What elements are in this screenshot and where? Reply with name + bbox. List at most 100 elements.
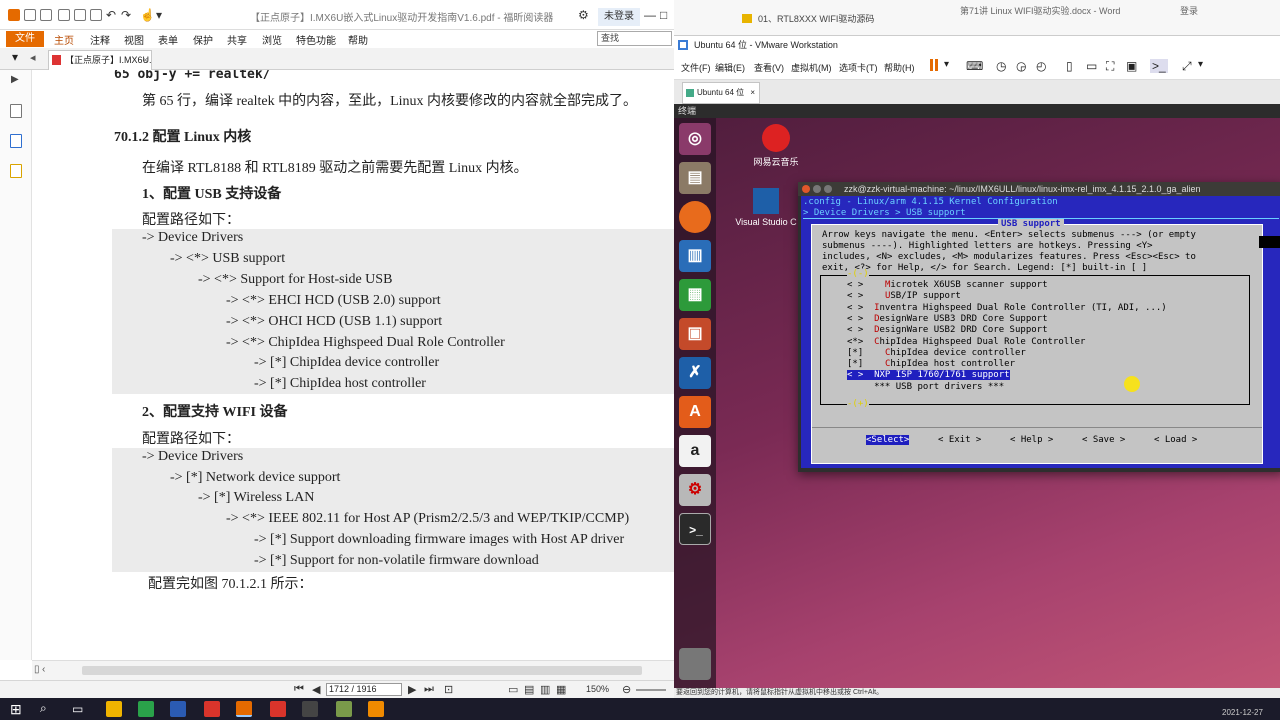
file-explorer-icon[interactable] [106,701,122,717]
menu-comment[interactable]: 注释 [90,32,110,47]
send-ctrl-alt-del-icon[interactable]: ⌨ [966,59,983,73]
dash-icon[interactable]: ◎ [679,123,711,155]
search-input[interactable]: 查找 [597,31,672,46]
continuous-icon[interactable]: ▤ [524,683,534,696]
first-page-icon[interactable]: ⏮ [294,683,304,696]
trash-icon[interactable] [679,648,711,680]
help-button[interactable]: < Help > [1010,435,1053,445]
system-settings-icon[interactable]: ⚙ [679,474,711,506]
load-button[interactable]: < Load > [1154,435,1197,445]
filezilla-icon[interactable] [270,701,286,717]
sidebar-toggle-icon[interactable]: ▯ [34,664,40,675]
new-tab-icon[interactable]: ◂ [30,51,36,64]
save-button[interactable]: < Save > [1082,435,1125,445]
writer-icon[interactable]: ▥ [679,240,711,272]
menu-edit[interactable]: 编辑(E) [715,61,745,74]
menu-option[interactable]: < > NXP ISP 1760/1761 support [847,370,1010,381]
terminal-window[interactable]: zzk@zzk-virtual-machine: ~/linux/IMX6ULL… [798,182,1280,472]
stretch-icon[interactable]: ⤢ [1182,59,1192,74]
taskbar-app-icon[interactable] [138,701,154,717]
menu-option[interactable]: <*> ChipIdea Highspeed Dual Role Control… [847,337,1085,347]
scroll-thumb[interactable] [82,666,642,675]
folder-path[interactable]: 01、RTL8XXX WIFI驱动源码 [758,12,874,25]
single-page-icon[interactable]: ▭ [508,683,518,696]
hand-tool-icon[interactable]: ☝ [140,8,155,22]
print-icon[interactable] [58,9,70,21]
page-icon[interactable] [74,9,86,21]
facing-continuous-icon[interactable]: ▦ [556,683,566,696]
snapshot-manager-icon[interactable]: ◴ [1036,59,1046,73]
zoom-out-icon[interactable]: ⊖ [622,683,631,696]
document-tab[interactable]: 【正点原子】I.MX6U... × [48,50,152,70]
menu-view[interactable]: 查看(V) [754,61,784,74]
terminal-icon[interactable]: >_ [679,513,711,545]
tab-menu-icon[interactable]: ▾ [12,50,18,64]
menu-option[interactable]: < > DesignWare USB2 DRD Core Support [847,325,1048,335]
select-button[interactable]: <Select> [866,435,910,445]
word-login[interactable]: 登录 [1180,4,1198,17]
help-icon[interactable]: ⚙ [578,8,589,22]
minimize-icon[interactable]: — [644,8,656,22]
menu-option[interactable]: < > DesignWare USB3 DRD Core Support [847,314,1048,324]
menu-features[interactable]: 特色功能 [296,32,336,47]
amazon-icon[interactable]: a [679,435,711,467]
taskbar-app-icon[interactable] [204,701,220,717]
fullscreen-icon[interactable]: ⛶ [1106,59,1114,74]
annotations-icon[interactable] [10,164,22,178]
thumbnail-view-icon[interactable]: ▭ [1086,59,1097,73]
snapshot-icon[interactable]: ◷ [996,59,1006,73]
login-button[interactable]: 未登录 [598,8,640,26]
stretch-dropdown-icon[interactable]: ▾ [1198,59,1203,70]
next-page-icon[interactable]: ▶ [408,683,416,696]
maximize-icon[interactable]: □ [660,8,667,22]
menuconfig-screen[interactable]: .config - Linux/arm 4.1.15 Kernel Config… [801,196,1280,468]
vmware-taskbar-icon[interactable] [302,701,318,717]
menu-tabs[interactable]: 选项卡(T) [839,61,878,74]
menu-file[interactable]: 文件(F) [681,61,711,74]
menu-option[interactable]: [*] ChipIdea device controller [847,348,1026,358]
desktop-icon-netease[interactable]: 网易云音乐 [746,124,806,168]
maximize-window-icon[interactable] [824,185,832,193]
close-window-icon[interactable] [802,185,810,193]
horizontal-scrollbar[interactable]: ▯ ‹ [32,660,674,680]
customize-dropdown-icon[interactable]: ▾ [156,8,162,22]
menu-option[interactable]: < > Microtek X6USB scanner support [847,280,1048,290]
sidebar-view-icon[interactable]: ▯ [1066,59,1073,73]
menu-option[interactable]: *** USB port drivers *** [847,382,1004,392]
search-icon[interactable]: ⌕ [40,701,47,716]
word-icon[interactable] [170,701,186,717]
close-vm-tab-icon[interactable]: × [750,83,755,103]
ubuntu-desktop[interactable]: 终端 ◎ ▤ ▥ ▦ ▣ ✗ A a ⚙ >_ 网易云音乐 Visual Stu… [674,104,1280,688]
open-icon[interactable] [24,9,36,21]
vscode-icon[interactable]: ✗ [679,357,711,389]
firefox-icon[interactable] [679,201,711,233]
taskbar-app-icon[interactable] [336,701,352,717]
menu-help[interactable]: 帮助(H) [884,61,915,74]
menu-option[interactable]: < > Inventra Highspeed Dual Role Control… [847,303,1167,313]
file-button[interactable]: 文件 [6,31,44,47]
zoom-level[interactable]: 150% [586,684,609,694]
calc-icon[interactable]: ▦ [679,279,711,311]
facing-icon[interactable]: ▥ [540,683,550,696]
menu-home[interactable]: 主页 [54,32,74,47]
pause-icon[interactable] [930,59,933,71]
unity-icon[interactable]: ▣ [1126,59,1137,73]
close-tab-icon[interactable]: × [143,51,148,69]
revert-snapshot-icon[interactable]: ◶ [1016,59,1026,73]
pause-dropdown-icon[interactable]: ▾ [944,59,949,70]
files-icon[interactable]: ▤ [679,162,711,194]
menu-form[interactable]: 表单 [158,32,178,47]
minimize-window-icon[interactable] [813,185,821,193]
impress-icon[interactable]: ▣ [679,318,711,350]
menu-option[interactable]: [*] ChipIdea host controller [847,359,1015,369]
prev-page-icon[interactable]: ◀ [312,683,320,696]
thumbnails-icon[interactable] [10,104,22,118]
software-center-icon[interactable]: A [679,396,711,428]
menu-protect[interactable]: 保护 [193,32,213,47]
vm-tab-ubuntu[interactable]: Ubuntu 64 位 × [682,82,760,104]
save-page-icon[interactable]: ⊡ [444,683,453,696]
undo-icon[interactable]: ↶ [106,8,116,22]
page-number-input[interactable]: 1712 / 1916 [326,683,402,696]
foxit-reader-icon[interactable] [236,701,252,717]
zoom-slider[interactable] [636,689,666,691]
